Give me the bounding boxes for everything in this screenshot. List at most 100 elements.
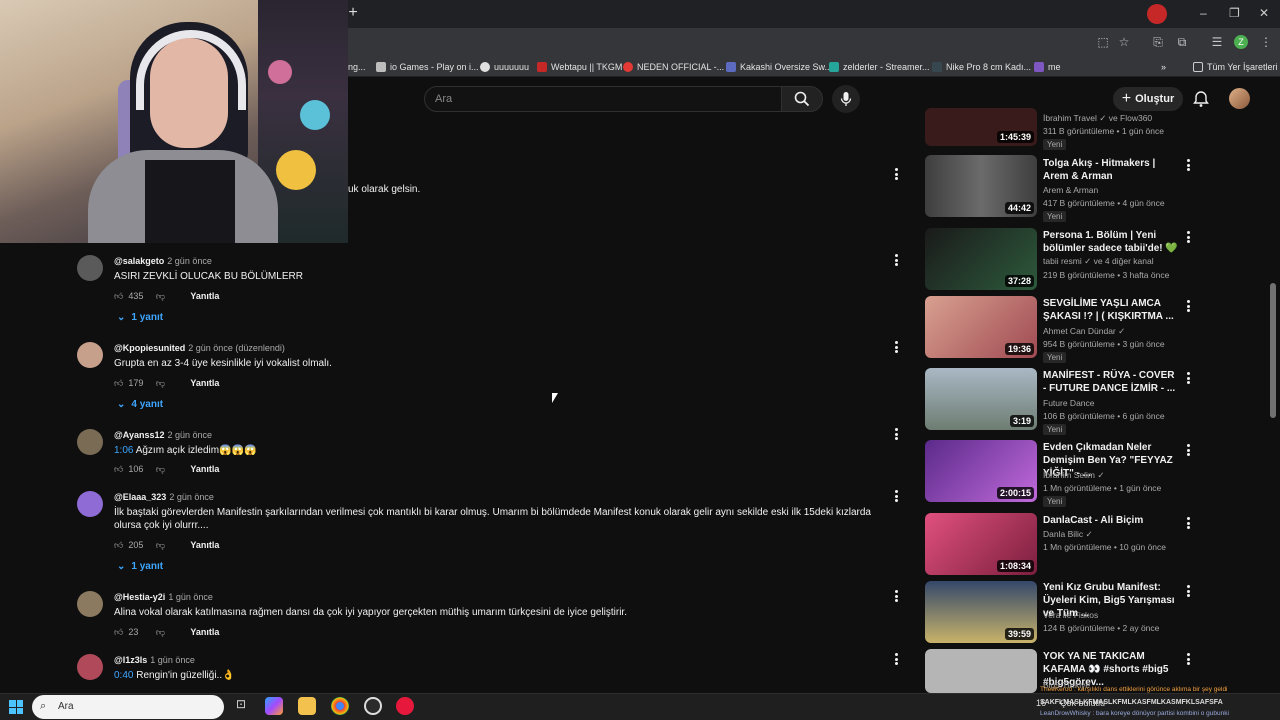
video-channel[interactable]: Danla Bilic ✓ bbox=[1043, 529, 1183, 540]
video-title[interactable]: Persona 1. Bölüm | Yeni bölümler sadece … bbox=[1043, 229, 1179, 255]
reply-button[interactable]: Yanıtla bbox=[190, 540, 219, 550]
thumbs-up-icon[interactable]: 👍︎ bbox=[114, 378, 123, 389]
video-channel[interactable]: Arem & Arman bbox=[1043, 185, 1183, 195]
video-menu-icon[interactable] bbox=[1186, 444, 1190, 456]
create-button[interactable]: + Oluştur bbox=[1113, 87, 1183, 111]
comment-time[interactable]: 1 gün önce bbox=[168, 592, 213, 602]
video-timestamp-link[interactable]: 0:40 bbox=[114, 670, 133, 681]
thumbs-down-icon[interactable]: 👎︎ bbox=[154, 464, 166, 475]
comment-menu-icon[interactable] bbox=[894, 428, 898, 440]
comment-author[interactable]: @salakgeto bbox=[114, 256, 164, 266]
page-scrollbar[interactable] bbox=[1270, 283, 1276, 418]
avatar[interactable] bbox=[77, 591, 103, 617]
windows-start-icon[interactable] bbox=[9, 700, 23, 714]
comment-menu-icon[interactable] bbox=[894, 341, 898, 353]
minimize-icon[interactable]: – bbox=[1200, 6, 1207, 20]
video-menu-icon[interactable] bbox=[1186, 300, 1190, 312]
thumbs-down-icon[interactable]: 👎︎ bbox=[154, 291, 166, 302]
video-menu-icon[interactable] bbox=[1186, 585, 1190, 597]
reply-button[interactable]: Yanıtla bbox=[190, 378, 219, 388]
video-menu-icon[interactable] bbox=[1186, 231, 1190, 243]
avatar[interactable] bbox=[77, 255, 103, 281]
search-input[interactable]: Ara bbox=[424, 86, 782, 112]
bookmark-item[interactable]: zelderler - Streamer... bbox=[829, 59, 930, 75]
video-thumbnail[interactable]: 1:45:39 bbox=[925, 108, 1037, 146]
replies-toggle[interactable]: ⌄ 4 yanıt bbox=[117, 399, 163, 410]
thumbs-up-icon[interactable]: 👍︎ bbox=[114, 627, 123, 638]
avatar[interactable] bbox=[77, 654, 103, 680]
video-menu-icon[interactable] bbox=[1186, 159, 1190, 171]
video-channel[interactable]: tabii resmi ✓ ve 4 diğer kanal bbox=[1043, 256, 1183, 267]
thumbs-up-icon[interactable]: 👍︎ bbox=[114, 540, 123, 551]
video-channel[interactable]: Future Dance bbox=[1043, 398, 1183, 408]
video-thumbnail[interactable]: 39:59 bbox=[925, 581, 1037, 643]
search-button[interactable] bbox=[781, 86, 823, 112]
comment-time[interactable]: 1 gün önce bbox=[150, 655, 195, 665]
comment-time[interactable]: 2 gün önce bbox=[169, 492, 214, 502]
bookmark-item[interactable]: Kakashi Oversize Sw... bbox=[726, 59, 832, 75]
video-channel[interactable]: Ahmet Can Dündar ✓ bbox=[1043, 326, 1183, 337]
replies-toggle[interactable]: ⌄ 1 yanıt bbox=[117, 312, 163, 323]
thumbs-up-icon[interactable]: 👍︎ bbox=[114, 291, 123, 302]
video-menu-icon[interactable] bbox=[1186, 517, 1190, 529]
install-app-icon[interactable]: ⬚ bbox=[1095, 34, 1111, 50]
media-controls-icon[interactable]: ☰ bbox=[1209, 34, 1225, 50]
comment-author[interactable]: @Elaaa_323 bbox=[114, 492, 166, 502]
bookmark-item[interactable]: Webtapu || TKGM bbox=[537, 59, 622, 75]
replies-toggle[interactable]: ⌄ 1 yanıt bbox=[117, 561, 163, 572]
browser-menu-icon[interactable]: ⋮ bbox=[1258, 34, 1274, 50]
video-thumbnail[interactable]: 37:28 bbox=[925, 228, 1037, 290]
video-timestamp-link[interactable]: 1:06 bbox=[114, 445, 133, 456]
video-thumbnail[interactable]: 1:08:34 bbox=[925, 513, 1037, 575]
comment-menu-icon[interactable] bbox=[894, 653, 898, 665]
reply-button[interactable]: Yanıtla bbox=[190, 291, 219, 301]
comment-menu-icon[interactable] bbox=[894, 254, 898, 266]
opera-icon[interactable] bbox=[396, 697, 414, 715]
file-explorer-icon[interactable] bbox=[298, 697, 316, 715]
bookmark-item[interactable]: uuuuuuu bbox=[480, 59, 529, 75]
video-thumbnail[interactable] bbox=[925, 649, 1037, 693]
voice-search-button[interactable] bbox=[832, 85, 860, 113]
extensions-icon[interactable]: ⧉ bbox=[1174, 34, 1190, 50]
comment-author[interactable]: @l1z3ls bbox=[114, 655, 147, 665]
comment-author[interactable]: @Hestia-y2i bbox=[114, 592, 165, 602]
comment-time[interactable]: 2 gün önce (düzenlendi) bbox=[188, 343, 285, 353]
video-thumbnail[interactable]: 2:00:15 bbox=[925, 440, 1037, 502]
video-thumbnail[interactable]: 3:19 bbox=[925, 368, 1037, 430]
video-title[interactable]: MANİFEST - RÜYA - COVER - FUTURE DANCE İ… bbox=[1043, 369, 1179, 395]
chrome-icon[interactable] bbox=[331, 697, 349, 715]
video-thumbnail[interactable]: 44:42 bbox=[925, 155, 1037, 217]
video-thumbnail[interactable]: 19:36 bbox=[925, 296, 1037, 358]
profile-avatar[interactable]: Z bbox=[1234, 35, 1248, 49]
cast-icon[interactable]: ⎘ bbox=[1150, 34, 1166, 50]
bookmark-item[interactable]: me bbox=[1034, 59, 1061, 75]
reply-button[interactable]: Yanıtla bbox=[190, 464, 219, 474]
more-bookmarks-icon[interactable]: » bbox=[1161, 59, 1166, 75]
thumbs-down-icon[interactable]: 👎︎ bbox=[154, 540, 166, 551]
video-menu-icon[interactable] bbox=[1186, 372, 1190, 384]
video-channel[interactable]: Vera ile Fiskos bbox=[1043, 610, 1183, 620]
bookmark-item[interactable]: Nike Pro 8 cm Kadı... bbox=[932, 59, 1031, 75]
obs-icon[interactable] bbox=[364, 697, 382, 715]
close-icon[interactable]: ✕ bbox=[1259, 6, 1269, 20]
video-title[interactable]: Tolga Akış - Hitmakers | Arem & Arman bbox=[1043, 157, 1179, 183]
thumbs-down-icon[interactable]: 👎︎ bbox=[154, 627, 166, 638]
video-channel[interactable]: İbrahim Selim ✓ bbox=[1043, 470, 1183, 481]
comment-author[interactable]: @Kpopiesunited bbox=[114, 343, 185, 353]
video-menu-icon[interactable] bbox=[1186, 653, 1190, 665]
comment-menu-icon[interactable] bbox=[894, 490, 898, 502]
bookmark-item[interactable]: ing... bbox=[346, 59, 366, 75]
task-view-icon[interactable]: ⊡ bbox=[232, 697, 250, 715]
restore-icon[interactable]: ❐ bbox=[1229, 6, 1240, 20]
bookmark-star-icon[interactable]: ☆ bbox=[1116, 34, 1132, 50]
copilot-icon[interactable] bbox=[265, 697, 283, 715]
video-channel[interactable]: İbrahim Travel ✓ ve Flow360 bbox=[1043, 113, 1183, 124]
reply-button[interactable]: Yanıtla bbox=[190, 627, 219, 637]
comment-menu-icon[interactable] bbox=[894, 590, 898, 602]
notifications-bell-icon[interactable] bbox=[1192, 90, 1210, 108]
video-title[interactable]: SEVGİLİME YAŞLI AMCA ŞAKASI !? | ( KIŞKI… bbox=[1043, 297, 1179, 323]
thumbs-down-icon[interactable]: 👎︎ bbox=[154, 378, 166, 389]
all-bookmarks[interactable]: Tüm Yer İşaretleri bbox=[1193, 59, 1278, 75]
taskbar-search[interactable]: Ara bbox=[32, 695, 224, 719]
new-tab-icon[interactable]: + bbox=[346, 5, 360, 21]
